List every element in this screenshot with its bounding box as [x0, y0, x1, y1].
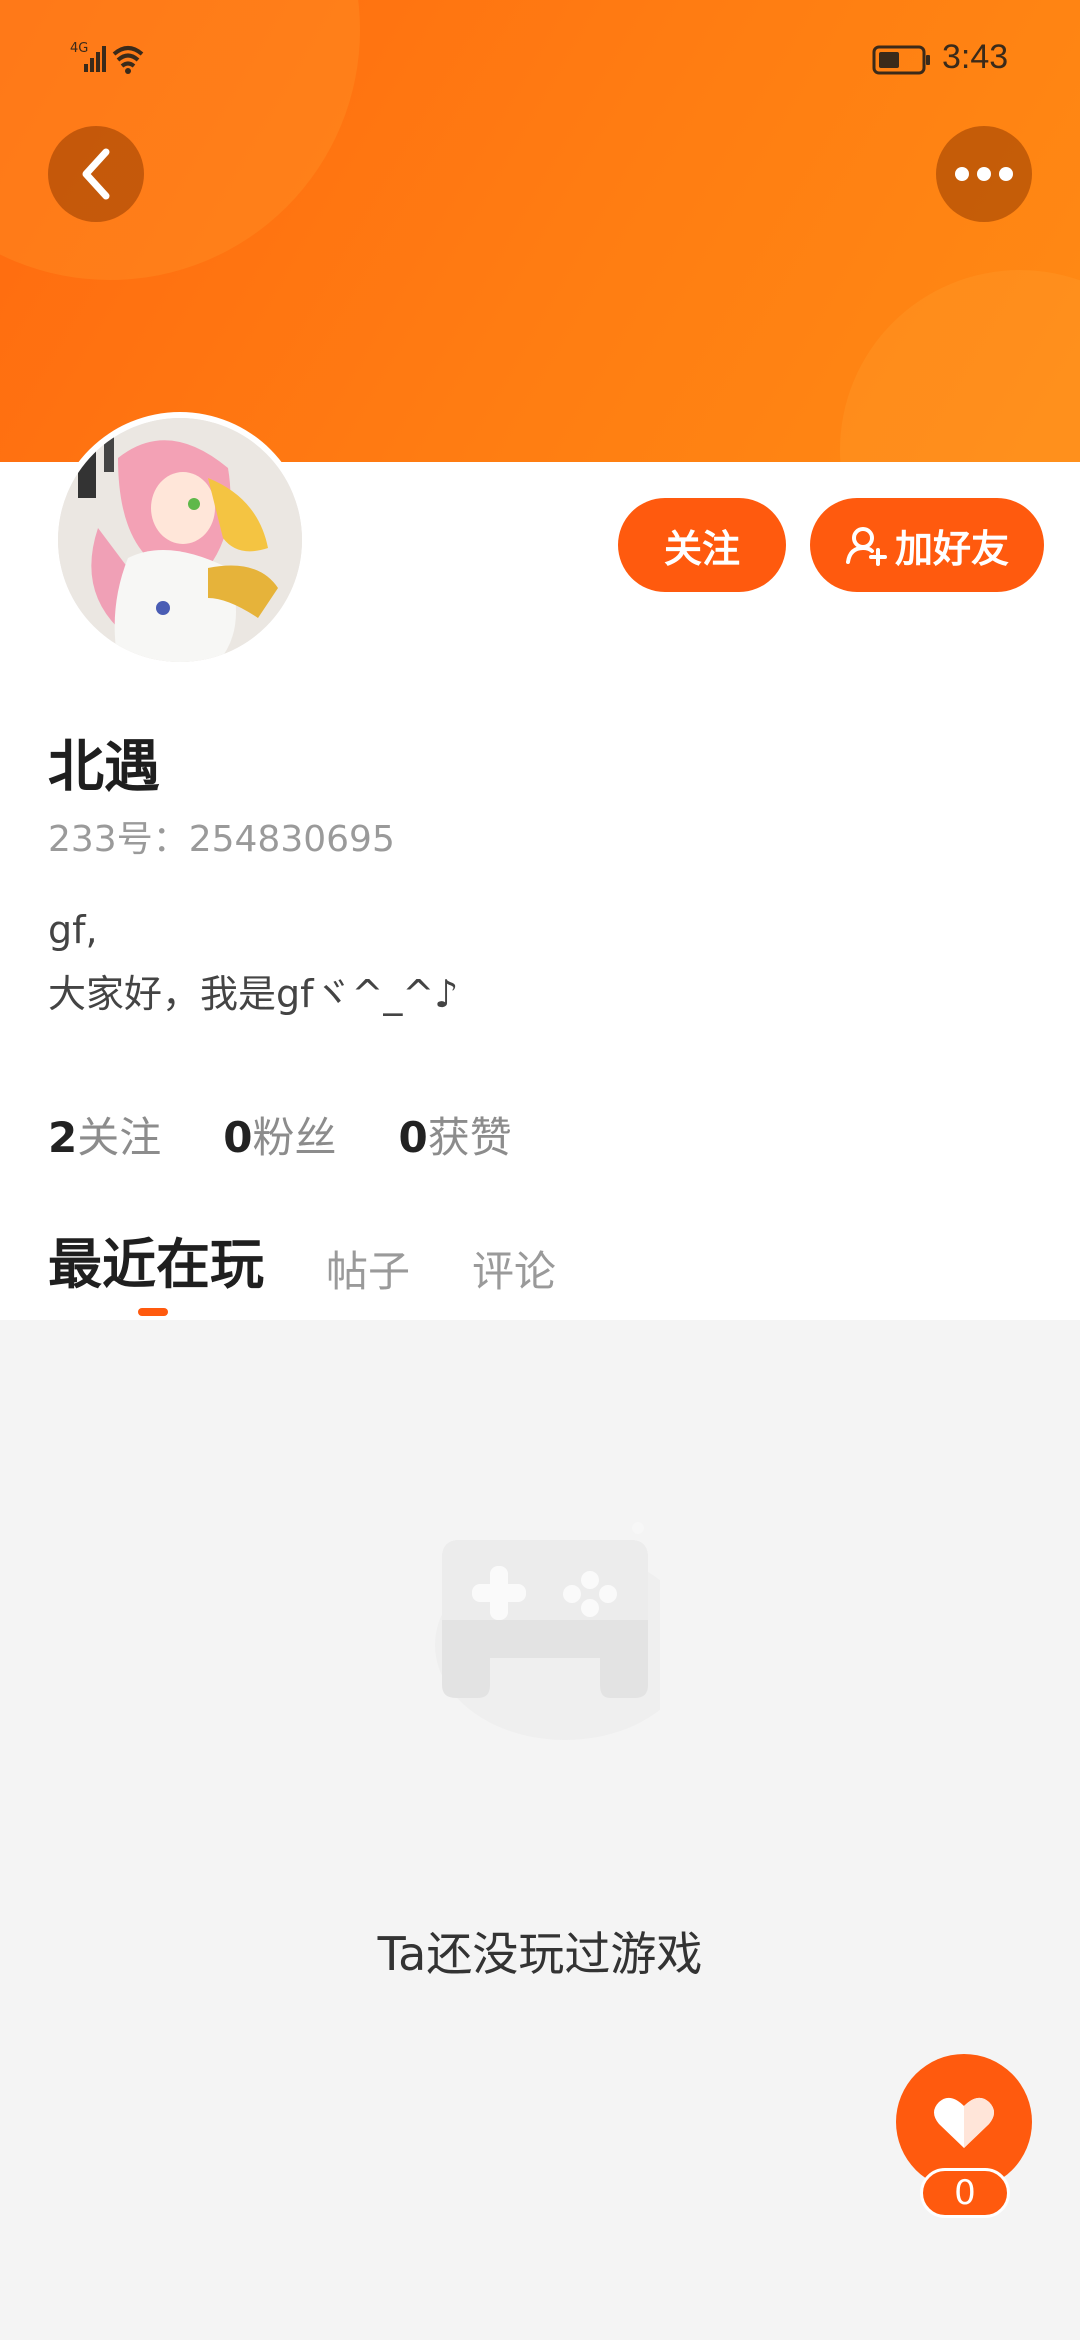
back-button[interactable]	[48, 126, 144, 222]
bio: gf, 大家好，我是gfヾ^_^♪	[48, 898, 458, 1026]
signal-wifi-icon: 4G	[70, 41, 144, 74]
avatar[interactable]	[52, 412, 308, 668]
tab-bar: 最近在玩 帖子 评论	[48, 1220, 556, 1299]
following-label: 关注	[77, 1113, 162, 1162]
likes-count: 0	[398, 1113, 428, 1162]
like-count-badge: 0	[920, 2168, 1010, 2218]
more-options-button[interactable]	[936, 126, 1032, 222]
bio-line: gf,	[48, 908, 98, 952]
avatar-image	[58, 418, 302, 662]
stats-bar: 2关注 0粉丝 0获赞	[48, 1104, 512, 1165]
active-tab-indicator	[138, 1308, 168, 1316]
following-count: 2	[48, 1113, 78, 1162]
follow-button-label: 关注	[663, 526, 740, 571]
more-dots-icon	[955, 167, 1013, 181]
chevron-left-icon	[82, 148, 110, 200]
user-id: 233号：254830695	[48, 819, 395, 860]
header-decoration	[840, 270, 1080, 462]
add-user-icon	[845, 527, 887, 566]
stat-following[interactable]: 2关注	[48, 1104, 161, 1165]
tab-comments[interactable]: 评论	[472, 1238, 556, 1299]
likes-label: 获赞	[427, 1113, 512, 1162]
tab-posts[interactable]: 帖子	[326, 1238, 410, 1299]
username: 北遇	[48, 735, 160, 800]
gamepad-icon	[435, 1522, 660, 1740]
clock: 3:43	[942, 38, 1009, 76]
add-friend-label: 加好友	[894, 526, 1009, 571]
add-friend-button[interactable]: 加好友	[810, 498, 1044, 592]
bio-line: 大家好，我是gfヾ^_^♪	[48, 972, 459, 1016]
empty-state-message: Ta还没玩过游戏	[377, 1927, 703, 1981]
stat-likes: 0获赞	[399, 1104, 512, 1165]
status-bar: 4G 3:43	[0, 0, 1080, 120]
heart-icon	[934, 2097, 994, 2148]
fans-count: 0	[223, 1113, 253, 1162]
stat-fans[interactable]: 0粉丝	[223, 1104, 336, 1165]
battery-icon	[872, 45, 930, 75]
follow-button[interactable]: 关注	[618, 498, 786, 592]
fans-label: 粉丝	[252, 1113, 337, 1162]
tab-recently-played[interactable]: 最近在玩	[48, 1220, 264, 1299]
svg-text:4G: 4G	[70, 41, 88, 56]
